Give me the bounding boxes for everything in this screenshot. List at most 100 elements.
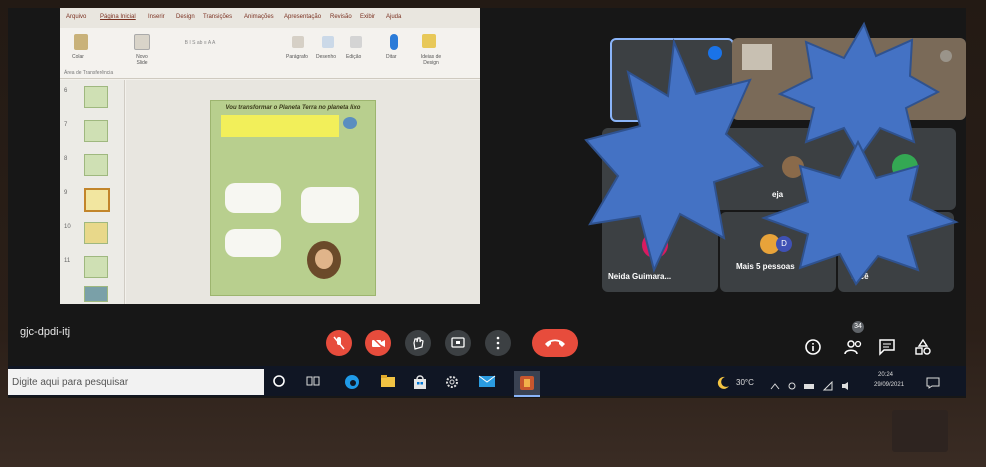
- menu-exibir: Exibir: [360, 14, 376, 20]
- menu-ajuda: Ajuda: [386, 14, 402, 20]
- screen: Arquivo Página Inicial Inserir Design Tr…: [8, 8, 966, 398]
- menu-apresentacao: Apresentação: [284, 14, 322, 20]
- file-explorer-button[interactable]: [380, 374, 396, 393]
- store-button[interactable]: [412, 374, 428, 395]
- slide-thumbnail-selected[interactable]: [84, 188, 110, 212]
- slide-paragraph: [221, 147, 365, 177]
- speech-bubble: [225, 183, 281, 213]
- star-redaction-overlay: [584, 38, 764, 273]
- current-slide: Vou transformar o Planeta Terra no plane…: [210, 100, 376, 296]
- camera-off-button[interactable]: [365, 330, 391, 356]
- more-options-button[interactable]: [485, 330, 511, 356]
- shapes-icon: [915, 338, 931, 355]
- slide-highlight-box: [221, 115, 339, 137]
- search-edit-icon: [350, 36, 362, 48]
- task-view-icon: [306, 376, 320, 386]
- tray-icons: [770, 380, 848, 391]
- menu-pagina-inicial: Página Inicial: [100, 14, 136, 20]
- menu-design: Design: [176, 14, 195, 20]
- slide-number: 7: [64, 122, 68, 128]
- presented-powerpoint-window: Arquivo Página Inicial Inserir Design Tr…: [60, 8, 480, 304]
- edge-button[interactable]: [344, 374, 360, 395]
- circle-icon: [273, 375, 285, 387]
- speech-bubble: [301, 187, 359, 223]
- chat-button[interactable]: [878, 338, 896, 361]
- ribbon-edicao: Edição: [346, 54, 362, 60]
- taskbar-clock-time: 20:24: [878, 372, 894, 378]
- moon-icon: [717, 376, 729, 389]
- mail-button[interactable]: [478, 374, 496, 393]
- camera-off-icon: [371, 336, 385, 350]
- slide-number: 6: [64, 88, 68, 94]
- menu-arquivo: Arquivo: [66, 14, 87, 20]
- more-vert-icon: [496, 336, 500, 350]
- slide-number: 11: [64, 258, 71, 264]
- ribbon-colar: Colar: [72, 54, 84, 60]
- settings-button[interactable]: [444, 374, 460, 395]
- weather-temperature: 30°C: [736, 378, 754, 387]
- menu-animacoes: Animações: [244, 14, 274, 20]
- cortana-button[interactable]: [272, 374, 286, 393]
- people-icon: [844, 340, 862, 355]
- slide-title: Vou transformar o Planeta Terra no plane…: [225, 105, 361, 111]
- present-screen-button[interactable]: [445, 330, 471, 356]
- speech-bubble: [225, 229, 281, 257]
- activities-button[interactable]: [914, 338, 932, 361]
- ppt-ribbon: Colar Novo Slide B I S ab ≡ A A Parágraf…: [60, 28, 480, 79]
- info-icon: [805, 339, 821, 355]
- menu-transicoes: Transições: [203, 14, 233, 20]
- menu-inserir: Inserir: [148, 14, 165, 20]
- slide-number: 8: [64, 156, 68, 162]
- weather-button[interactable]: [716, 376, 730, 395]
- paragraph-icon: [292, 36, 304, 48]
- paste-icon: [74, 34, 88, 50]
- edge-icon: [345, 375, 359, 389]
- group-label: Área de Transferência: [64, 70, 114, 76]
- slide-thumbnail[interactable]: [84, 154, 108, 176]
- slide-number: 10: [64, 224, 71, 230]
- notification-icon: [926, 377, 940, 389]
- star-redaction-overlay: [761, 139, 959, 286]
- ribbon-novo-slide: Novo Slide: [136, 54, 148, 66]
- microphone-icon: [390, 34, 398, 50]
- speaker-object: [892, 410, 948, 452]
- raise-hand-button[interactable]: [405, 330, 431, 356]
- taskbar-clock-date: 29/09/2021: [874, 382, 905, 388]
- slide-thumbnails: 6 7 8 9 10 11: [60, 80, 125, 304]
- slide-thumbnail[interactable]: [84, 286, 108, 302]
- present-icon: [451, 337, 465, 348]
- store-bag-icon: [414, 375, 426, 389]
- participants-button[interactable]: [844, 338, 864, 361]
- mail-icon: [478, 375, 496, 387]
- system-tray-icons[interactable]: [770, 378, 866, 396]
- earth-icon: [343, 117, 357, 129]
- meeting-info-button[interactable]: [804, 338, 822, 361]
- powerpoint-icon: [520, 376, 534, 390]
- task-view-button[interactable]: [306, 374, 320, 393]
- design-ideas-icon: [422, 34, 436, 48]
- chat-icon: [879, 339, 895, 356]
- gear-icon: [446, 376, 458, 388]
- ribbon-paragrafo: Parágrafo: [286, 54, 308, 60]
- mic-off-icon: [333, 336, 345, 350]
- meeting-code: gjc-dpdi-itj: [20, 326, 71, 338]
- phone-hangup-icon: [545, 339, 565, 347]
- drawing-icon: [322, 36, 334, 48]
- participant-count-badge: 34: [852, 321, 864, 333]
- taskbar-search-placeholder: Digite aqui para pesquisar: [12, 377, 129, 388]
- cartoon-face: [315, 249, 333, 269]
- new-slide-icon: [134, 34, 150, 50]
- notifications-button[interactable]: [926, 376, 940, 394]
- slide-thumbnail[interactable]: [84, 222, 108, 244]
- ribbon-ideias-design: Ideias de Design: [420, 54, 442, 66]
- slide-thumbnail[interactable]: [84, 86, 108, 108]
- slide-thumbnail[interactable]: [84, 256, 108, 278]
- active-app-button[interactable]: [514, 371, 540, 397]
- mic-off-button[interactable]: [326, 330, 352, 356]
- slide-number: 9: [64, 190, 68, 196]
- ribbon-desenho: Desenho: [316, 54, 337, 60]
- hang-up-button[interactable]: [532, 329, 578, 357]
- folder-icon: [381, 375, 395, 387]
- slide-thumbnail[interactable]: [84, 120, 108, 142]
- hand-icon: [413, 337, 424, 350]
